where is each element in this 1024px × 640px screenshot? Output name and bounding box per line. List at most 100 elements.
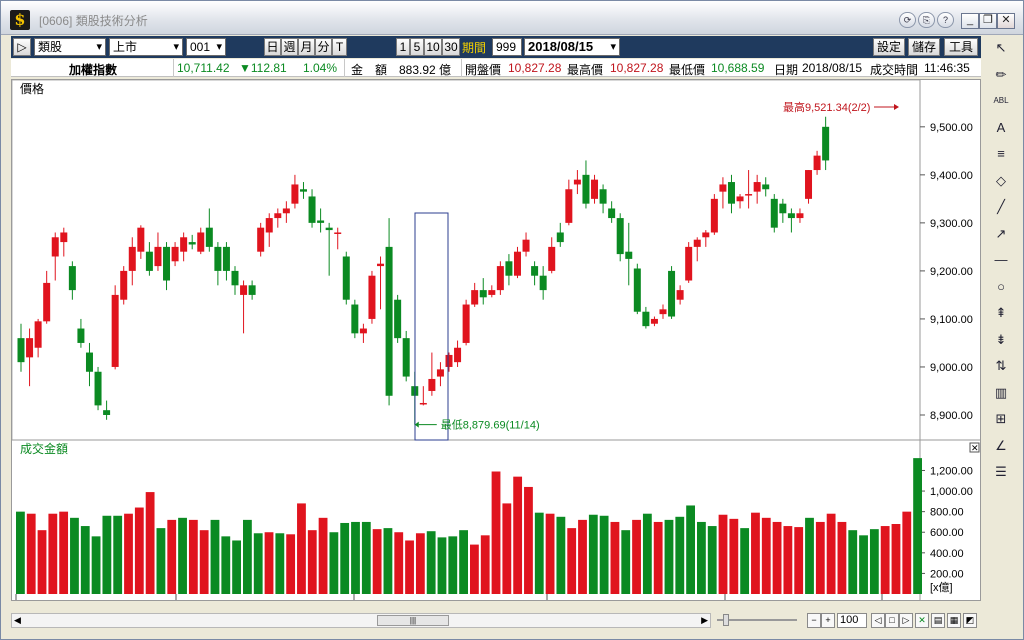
volume-bar xyxy=(826,513,836,594)
minimize-button[interactable]: _ xyxy=(961,13,979,29)
candle-body xyxy=(531,266,539,276)
arrow-tool-icon[interactable]: ↗ xyxy=(990,224,1012,244)
volume-close-glyph: ✕ xyxy=(971,443,979,453)
close-button[interactable]: ✕ xyxy=(997,13,1015,29)
date-select[interactable]: 2018/08/15 xyxy=(524,38,620,56)
line-tool-icon[interactable]: ╱ xyxy=(990,197,1012,217)
candle-body xyxy=(51,237,59,257)
pencil-tool-icon[interactable]: ✏ xyxy=(990,65,1012,85)
volume-bar xyxy=(340,522,350,594)
angle-tool-icon[interactable]: ∠ xyxy=(990,436,1012,456)
volume-bar xyxy=(675,516,685,594)
volume-bar xyxy=(297,503,306,594)
volume-bar xyxy=(815,521,825,594)
print-icon[interactable]: ▤ xyxy=(931,613,945,628)
volume-bar xyxy=(253,533,263,594)
code-select-value: 001 xyxy=(190,40,211,54)
volume-bar xyxy=(243,519,252,594)
candle-body xyxy=(325,227,333,231)
zoom-in-button[interactable]: + xyxy=(821,613,835,628)
nav-next-icon[interactable]: ▷ xyxy=(899,613,913,628)
minute-5-button[interactable]: 5 xyxy=(410,38,424,56)
play-button[interactable]: ▷ xyxy=(13,38,31,56)
settings-button[interactable]: 設定 xyxy=(873,38,905,56)
scroll-right-icon[interactable]: ▶ xyxy=(701,615,708,626)
candle-body xyxy=(496,266,504,291)
nav-square-icon[interactable]: □ xyxy=(885,613,899,628)
restore-button[interactable]: ❐ xyxy=(979,13,997,29)
text-tool-icon[interactable]: A xyxy=(990,118,1012,138)
volume-bar xyxy=(534,512,544,594)
volume-bar xyxy=(502,503,512,594)
copy-icon[interactable]: ⎘ xyxy=(918,12,935,28)
refresh-icon[interactable]: ⟳ xyxy=(899,12,916,28)
circle-tool-icon[interactable]: ○ xyxy=(990,277,1012,297)
candle-body xyxy=(445,354,453,367)
date-value: 2018/08/15 xyxy=(802,61,863,75)
period-week-button[interactable]: 週 xyxy=(281,38,298,56)
candle-body xyxy=(188,242,196,245)
index-change: ▼112.81 xyxy=(239,61,287,75)
period-day-button[interactable]: 日 xyxy=(264,38,281,56)
candle-body xyxy=(17,338,25,363)
candle-body xyxy=(676,290,684,300)
volume-tick-label: 1,000.00 xyxy=(930,486,973,498)
zoom-slider-handle[interactable] xyxy=(723,614,729,626)
period-count-input[interactable]: 999 xyxy=(492,38,522,56)
scroll-left-icon[interactable]: ◀ xyxy=(14,615,21,626)
grid-tool-icon[interactable]: ⊞ xyxy=(990,409,1012,429)
minute-30-button[interactable]: 30 xyxy=(442,38,460,56)
candle-body xyxy=(103,410,111,415)
candle-body xyxy=(608,208,616,219)
candle-body xyxy=(428,378,436,391)
volume-bar xyxy=(837,521,847,594)
volume-bar xyxy=(524,486,533,594)
tools-button[interactable]: 工具 xyxy=(944,38,978,56)
zoom-slider[interactable] xyxy=(717,619,797,621)
price-panel-title: 價格 xyxy=(20,81,44,96)
volume-bar xyxy=(394,532,404,594)
candle-body xyxy=(436,369,444,377)
chart-area[interactable]: 價格 成交金額 9,500.00 9,400.00 9,300.00 9,200.00 9,… xyxy=(11,79,981,613)
zoom-out-button[interactable]: − xyxy=(807,613,821,628)
date-select-value: 2018/08/15 xyxy=(528,39,594,54)
category-select[interactable]: 類股 xyxy=(34,38,106,56)
market-select[interactable]: 上市 xyxy=(109,38,183,56)
chart-svg[interactable]: 價格成交金額 9,500.00 9,400.00 9,300.00 9,200.00 9,… xyxy=(11,79,980,613)
hline-tool-icon[interactable]: — xyxy=(990,250,1012,270)
help-icon[interactable]: ? xyxy=(937,12,954,28)
abl-text-tool-icon[interactable]: ABL xyxy=(990,91,1012,111)
minute-1-button[interactable]: 1 xyxy=(396,38,410,56)
layout-icon[interactable]: ▦ xyxy=(947,613,961,628)
drawing-toolbar: ↖ ✏ ABL A ≡ ◇ ╱ ↗ — ○ ⇞ ⇟ ⇅ ▥ ⊞ ∠ ☰ xyxy=(984,36,1019,616)
candle-body xyxy=(745,194,753,196)
volume-bar xyxy=(610,521,620,594)
volume-bar xyxy=(632,519,641,594)
scroll-thumb[interactable]: ||| xyxy=(377,615,449,626)
lines-tool-icon[interactable]: ≡ xyxy=(990,144,1012,164)
period-tick-button[interactable]: T xyxy=(332,38,347,56)
excel-export-icon[interactable]: ✕ xyxy=(915,613,929,628)
candle-body xyxy=(539,275,547,291)
channel-tool-icon[interactable]: ▥ xyxy=(990,383,1012,403)
volume-bar xyxy=(491,471,501,594)
range-tool-icon[interactable]: ⇅ xyxy=(990,356,1012,376)
chart-icon[interactable]: ◩ xyxy=(963,613,977,628)
period-minute-button[interactable]: 分 xyxy=(315,38,332,56)
zoom-value-input[interactable]: 100 xyxy=(837,613,867,628)
code-select[interactable]: 001 xyxy=(186,38,226,56)
volume-bar xyxy=(134,507,144,594)
minute-10-button[interactable]: 10 xyxy=(424,38,442,56)
nav-prev-icon[interactable]: ◁ xyxy=(871,613,885,628)
save-button[interactable]: 儲存 xyxy=(908,38,940,56)
period-month-button[interactable]: 月 xyxy=(298,38,315,56)
horizontal-scrollbar[interactable]: ◀ ||| ▶ xyxy=(11,613,711,628)
candle-body xyxy=(822,126,830,161)
pointer-tool-icon[interactable]: ↖ xyxy=(990,38,1012,58)
menu-tool-icon[interactable]: ☰ xyxy=(990,462,1012,482)
volume-bar xyxy=(318,517,328,594)
price-tick-label: 9,500.00 xyxy=(930,122,973,134)
shape-tool-icon[interactable]: ◇ xyxy=(990,171,1012,191)
up-arrow-tool-icon[interactable]: ⇞ xyxy=(990,303,1012,323)
down-arrow-tool-icon[interactable]: ⇟ xyxy=(990,330,1012,350)
